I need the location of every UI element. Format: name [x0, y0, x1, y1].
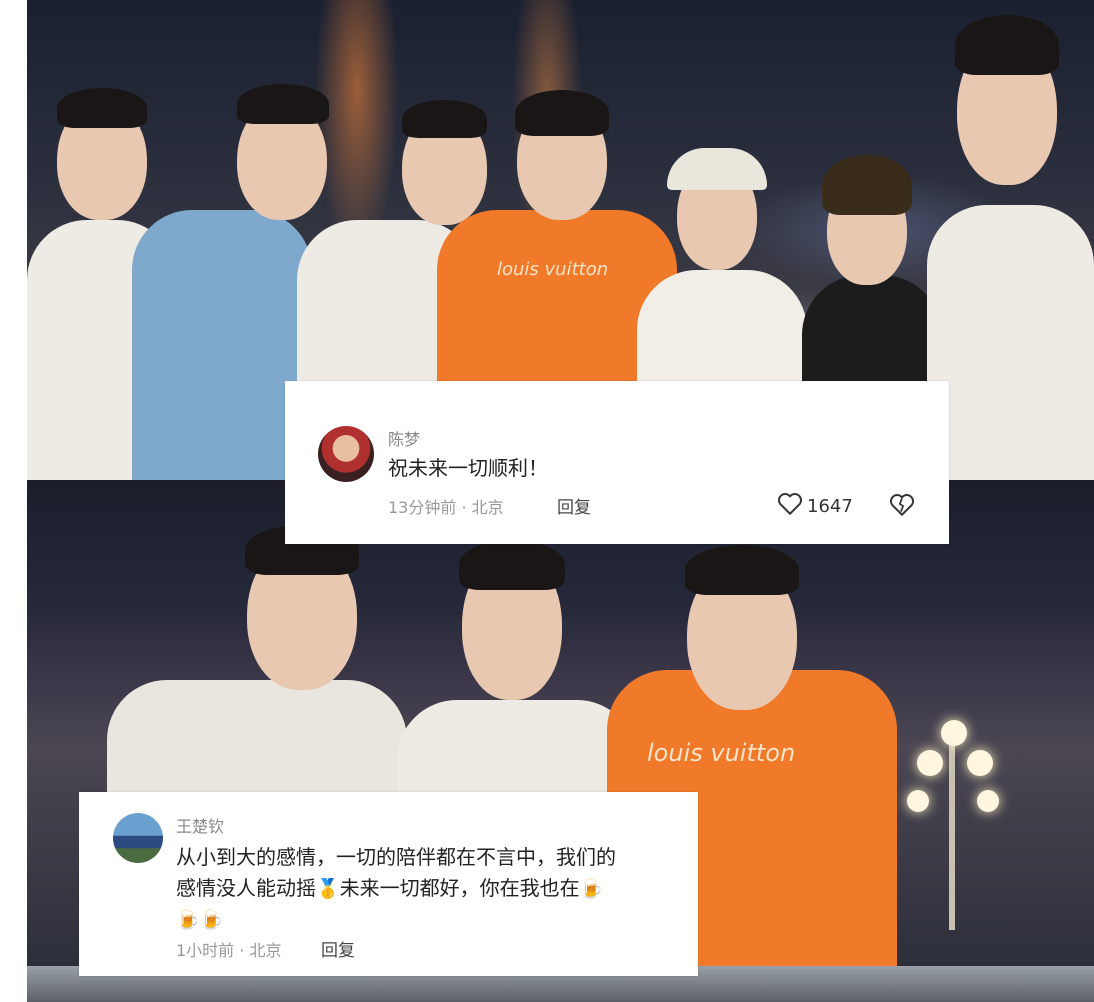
beer-emoji: 🍺 — [579, 878, 604, 900]
comment-meta: 13分钟前 · 北京 — [388, 498, 504, 517]
reply-button[interactable]: 回复 — [321, 936, 355, 961]
street-lamp — [897, 710, 1007, 930]
commenter-name[interactable]: 王楚钦 — [176, 813, 224, 837]
shirt-print: louis vuitton — [497, 259, 609, 280]
comment-text-line1: 从小到大的感情，一切的陪伴都在不言中，我们的 — [176, 845, 616, 869]
beer-emoji: 🍺🍺 — [176, 909, 224, 931]
like-count: 1647 — [807, 496, 853, 517]
avatar[interactable] — [113, 813, 163, 863]
commenter-name[interactable]: 陈梦 — [388, 426, 420, 450]
broken-heart-icon[interactable] — [889, 493, 915, 521]
comment-text: 祝未来一切顺利！ — [388, 456, 548, 480]
like-button[interactable]: 1647 — [777, 492, 853, 521]
medal-emoji: 🥇 — [316, 878, 340, 900]
shirt-print-2: louis vuitton — [647, 739, 796, 767]
comment-text-part1: 感情没人能动摇 — [176, 876, 316, 900]
comment-text-line3: 🍺🍺 — [176, 904, 223, 936]
comment-card-wang-chuqin: 王楚钦 从小到大的感情，一切的陪伴都在不言中，我们的 感情没人能动摇🥇未来一切都… — [79, 792, 698, 976]
reply-button[interactable]: 回复 — [557, 493, 591, 518]
avatar[interactable] — [318, 426, 374, 482]
person-right — [927, 15, 1094, 480]
comment-card-chen-meng: 陈梦 祝未来一切顺利！ 13分钟前 · 北京 回复 1647 — [285, 381, 949, 544]
comment-meta: 1小时前 · 北京 — [176, 941, 282, 960]
comment-text-part2: 未来一切都好，你在我也在 — [339, 876, 580, 900]
heart-icon — [777, 492, 803, 521]
comment-text-line2: 感情没人能动摇🥇未来一切都好，你在我也在🍺 — [176, 873, 603, 905]
